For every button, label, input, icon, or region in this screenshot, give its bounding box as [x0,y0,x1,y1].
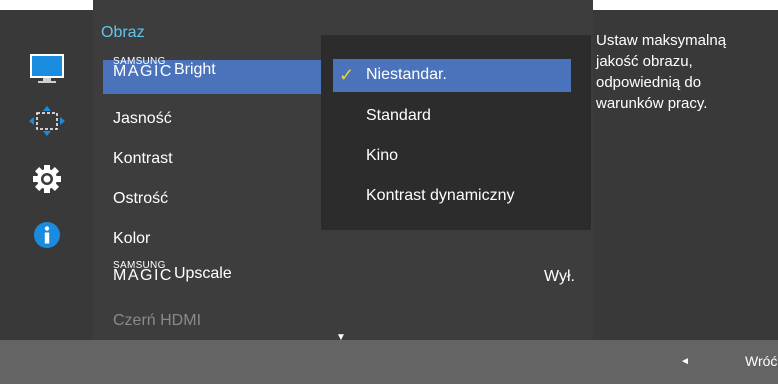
dropdown-option-dynamic-contrast[interactable]: Kontrast dynamiczny [366,187,515,205]
samsung-magic-logo: SAMSUNG MAGIC [113,260,173,284]
menu-item-label: Bright [173,60,216,78]
dropdown-option-standard[interactable]: Standard [366,107,431,125]
menu-item-label: Upscale [173,264,232,282]
sidebar [0,10,93,340]
menu-item-contrast[interactable]: Kontrast [113,150,173,168]
back-arrow-icon: ◄ [680,356,690,367]
osd-menu: Obraz SAMSUNG MAGIC Bright Jasność Kontr… [0,0,778,384]
menu-item-brightness[interactable]: Jasność [113,110,172,128]
monitor-icon[interactable] [27,52,67,86]
dropdown-option-cinema[interactable]: Kino [366,147,398,165]
picture-mode-dropdown: ✓ Niestandar. Standard Kino Kontrast dyn… [321,35,591,230]
samsung-magic-logo: SAMSUNG MAGIC [113,56,173,80]
back-button[interactable]: Wróć [745,353,777,369]
menu-item-magic-bright[interactable]: SAMSUNG MAGIC Bright [113,56,216,80]
help-text: Ustaw maksymalną jakość obrazu, odpowied… [596,32,727,112]
menu-item-sharpness[interactable]: Ostrość [113,190,168,208]
menu-title: Obraz [101,24,145,41]
info-icon[interactable] [27,218,67,252]
menu-item-hdmi-black-level: Czerń HDMI [113,312,202,329]
settings-gear-icon[interactable] [27,162,67,196]
menu-item-color[interactable]: Kolor [113,230,150,248]
move-arrows-icon[interactable] [27,104,67,138]
magic-upscale-value: Wył. [544,268,575,285]
help-panel: Ustaw maksymalną jakość obrazu, odpowied… [593,10,778,340]
menu-item-magic-upscale[interactable]: SAMSUNG MAGIC Upscale [113,260,232,284]
footer-bar: ◄ Wróć [0,340,778,384]
checkmark-icon: ✓ [339,65,355,85]
dropdown-option-custom[interactable]: Niestandar. [366,66,447,84]
